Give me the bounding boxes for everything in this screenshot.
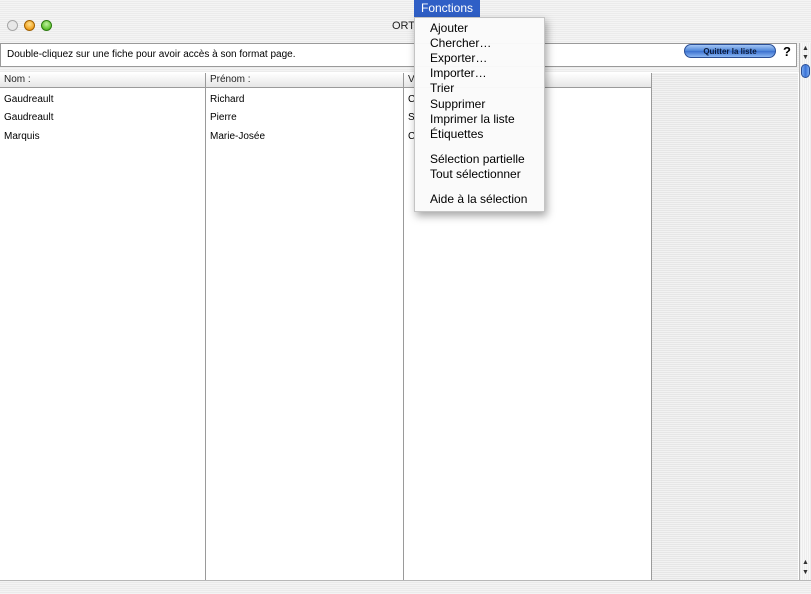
table-row[interactable]: Gaudreault Richard C <box>0 91 652 109</box>
window-bottom-edge <box>0 580 811 594</box>
scroll-down-arrow-icon[interactable]: ▼ <box>800 568 811 578</box>
records-table: Nom : Prénom : V Gaudreault Richard C Ga… <box>0 73 652 580</box>
vertical-scrollbar[interactable]: ▲ ▼ ▲ ▼ <box>799 43 811 580</box>
table-row[interactable]: Marquis Marie-Josée C <box>0 128 652 146</box>
scroll-thumb[interactable] <box>801 64 810 78</box>
cell-nom: Gaudreault <box>4 94 54 105</box>
cell-prenom: Richard <box>210 94 245 105</box>
menu-item-imprimer-liste[interactable]: Imprimer la liste <box>415 112 544 127</box>
menu-fonctions[interactable]: Fonctions <box>414 0 480 17</box>
window-titlebar: ORT <box>0 0 811 34</box>
column-divider <box>403 73 404 580</box>
cell-prenom: Marie-Josée <box>210 131 266 142</box>
close-window-icon[interactable] <box>7 20 18 31</box>
instruction-text: Double-cliquez sur une fiche pour avoir … <box>0 43 797 67</box>
menu-item-etiquettes[interactable]: Étiquettes <box>415 127 544 142</box>
column-divider <box>205 73 206 580</box>
menu-item-tout-selectionner[interactable]: Tout sélectionner <box>415 167 544 182</box>
help-button[interactable]: ? <box>783 44 791 59</box>
zoom-window-icon[interactable] <box>41 20 52 31</box>
cell-nom: Gaudreault <box>4 112 54 123</box>
menu-item-ajouter[interactable]: Ajouter <box>415 21 544 36</box>
table-row[interactable]: Gaudreault Pierre S <box>0 109 652 127</box>
column-header-prenom[interactable]: Prénom : <box>206 73 251 87</box>
menu-item-selection-partielle[interactable]: Sélection partielle <box>415 152 544 167</box>
menu-item-exporter[interactable]: Exporter… <box>415 51 544 66</box>
scroll-up-arrow-icon[interactable]: ▲ <box>800 558 811 568</box>
quit-list-button[interactable]: Quitter la liste <box>684 44 776 58</box>
menu-item-supprimer[interactable]: Supprimer <box>415 97 544 112</box>
scroll-down-arrow-icon[interactable]: ▼ <box>800 53 811 63</box>
column-header-nom[interactable]: Nom : <box>0 73 31 87</box>
cell-prenom: Pierre <box>210 112 237 123</box>
menu-item-trier[interactable]: Trier <box>415 81 544 96</box>
cell-nom: Marquis <box>4 131 40 142</box>
menu-item-aide-selection[interactable]: Aide à la sélection <box>415 192 544 207</box>
empty-list-area <box>652 73 798 580</box>
menu-item-importer[interactable]: Importer… <box>415 66 544 81</box>
menu-item-chercher[interactable]: Chercher… <box>415 36 544 51</box>
minimize-window-icon[interactable] <box>24 20 35 31</box>
window-title: ORT <box>392 20 416 32</box>
table-header: Nom : Prénom : V <box>0 73 652 88</box>
fonctions-dropdown-menu: Ajouter Chercher… Exporter… Importer… Tr… <box>414 17 545 212</box>
